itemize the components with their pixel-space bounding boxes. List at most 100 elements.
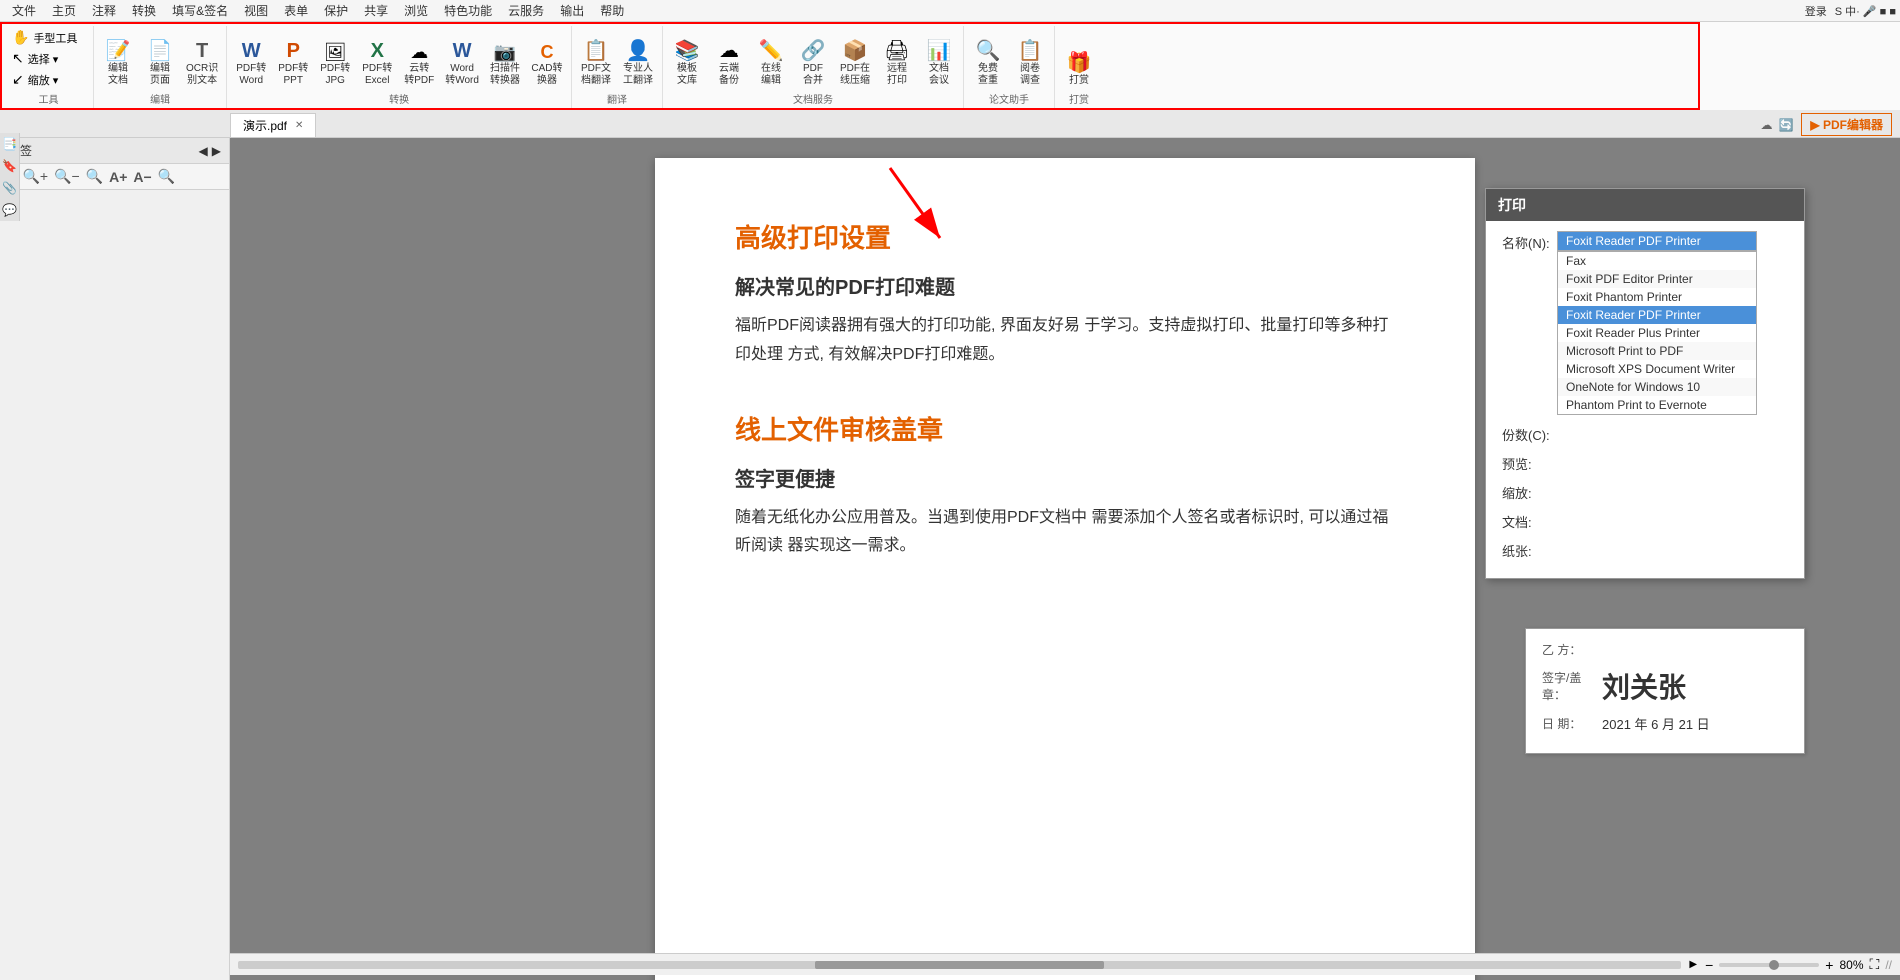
sidebar-nav-prev[interactable]: ◀ [199,144,208,158]
pdf-to-jpg-icon: 🖼 [324,43,347,61]
pdf-to-ppt-icon: P [287,41,300,61]
printer-foxit-editor[interactable]: Foxit PDF Editor Printer [1558,270,1756,288]
cad-icon: C [540,43,553,61]
doc-meeting-btn[interactable]: 📊 文档会议 [919,39,959,89]
menu-share[interactable]: 共享 [356,0,396,21]
menu-file[interactable]: 文件 [4,0,44,21]
menu-protect[interactable]: 保护 [316,0,356,21]
fullscreen-btn[interactable]: ⛶ [1870,956,1880,973]
printer-evernote[interactable]: Phantom Print to Evernote [1558,396,1756,414]
menu-view[interactable]: 视图 [236,0,276,21]
print-scale-field: 缩放: [1502,481,1788,502]
signature-section-title: 线上文件审核盖章 [735,410,1395,447]
sidebar-strip-icon-2[interactable]: 🔖 [2,159,17,173]
word-to-word-btn[interactable]: W Word转Word [441,39,483,89]
cloud-convert-btn[interactable]: ☁ 云转转PDF [399,41,439,89]
printer-onenote[interactable]: OneNote for Windows 10 [1558,378,1756,396]
hand-tool-btn[interactable]: ✋ 手型工具 [8,28,81,47]
menu-help[interactable]: 帮助 [592,0,632,21]
print-dialog: 打印 名称(N): Foxit Reader PDF Printer Fax F… [1485,188,1805,579]
signature-section-body: 随着无纸化办公应用普及。当遇到使用PDF文档中 需要添加个人签名或者标识时, 可… [735,504,1395,562]
menu-special[interactable]: 特色功能 [436,0,500,21]
print-name-label: 名称(N): [1502,231,1557,252]
printer-foxit-plus[interactable]: Foxit Reader Plus Printer [1558,324,1756,342]
menu-form[interactable]: 表单 [276,0,316,21]
pdf-to-jpg-btn[interactable]: 🖼 PDF转JPG [315,41,355,89]
free-check-btn[interactable]: 🔍 免费查重 [968,39,1008,89]
ribbon-section-assistant: 🔍 免费查重 📋 阅卷调查 论文助手 [964,26,1055,110]
pdf-compress-btn[interactable]: 📦 PDF在线压缩 [835,39,875,89]
human-translate-btn[interactable]: 👤 专业人工翻译 [618,39,658,89]
edit-doc-btn[interactable]: 📝 编辑文档 [98,39,138,89]
printer-ms-pdf[interactable]: Microsoft Print to PDF [1558,342,1756,360]
pdf-to-word-btn[interactable]: W PDF转Word [231,39,271,89]
sidebar-strip-icon-3[interactable]: 📎 [2,181,17,195]
print-doc-field: 文档: [1502,510,1788,531]
menu-sign[interactable]: 填写&签名 [164,0,236,21]
zoom-out-btn[interactable]: − [1705,957,1713,973]
menu-output[interactable]: 输出 [552,0,592,21]
pdf-merge-icon: 🔗 [801,41,826,61]
print-preview-field: 预览: [1502,452,1788,473]
sync-icon: 🔄 [1778,118,1793,132]
pdf-to-ppt-btn[interactable]: P PDF转PPT [273,39,313,89]
scroll-right-arrow[interactable]: ▶ [1689,959,1697,970]
reward-btn[interactable]: 🎁 打赏 [1059,51,1099,89]
zoom-in-btn[interactable]: + [1825,957,1833,973]
edit-page-btn[interactable]: 📄 编辑页面 [140,39,180,89]
menu-convert[interactable]: 转换 [124,0,164,21]
main-area: 书签 ◀ ▶ □ 🔍+ 🔍− 🔍 A+ A− 🔍 📑 🔖 📎 💬 [0,138,1900,980]
zoom-bar: − + 80% ⛶ // [1705,956,1892,973]
pdf-editor-btn[interactable]: ▶ PDF编辑器 [1801,113,1892,136]
sidebar-tool-font-decrease[interactable]: A− [133,169,151,185]
zoom-slider[interactable] [1719,963,1819,967]
sidebar-tool-search[interactable]: 🔍 [158,168,175,185]
cad-convert-btn[interactable]: C CAD转换器 [527,41,567,89]
sidebar-tool-font-increase[interactable]: A+ [109,169,127,185]
hand-icon: ✋ [12,29,29,46]
pdf-area[interactable]: 高级打印设置 解决常见的PDF打印难题 福昕PDF阅读器拥有强大的打印功能, 界… [230,138,1900,980]
tab-close-btn[interactable]: ✕ [295,120,303,131]
sidebar-strip-icon-4[interactable]: 💬 [2,203,17,217]
sidebar-tool-zoom-fit[interactable]: 🔍 [86,168,103,185]
sidebar-tool-zoom-in[interactable]: 🔍+ [22,168,48,185]
print-copies-label: 份数(C): [1502,423,1557,444]
printer-ms-xps[interactable]: Microsoft XPS Document Writer [1558,360,1756,378]
pdf-merge-btn[interactable]: 🔗 PDF合并 [793,39,833,89]
menu-annotate[interactable]: 注释 [84,0,124,21]
cloud-icon: ☁ [1760,118,1772,132]
print-name-input[interactable]: Foxit Reader PDF Printer [1557,231,1757,251]
menu-cloud[interactable]: 云服务 [500,0,552,21]
red-arrow [860,158,980,261]
signature-section: 线上文件审核盖章 签字更便捷 随着无纸化办公应用普及。当遇到使用PDF文档中 需… [735,410,1395,562]
ribbon-section-reward: 🎁 打赏 打赏 [1055,26,1103,110]
tab-filename: 演示.pdf [243,117,287,134]
printer-fax[interactable]: Fax [1558,252,1756,270]
pdf-translate-btn[interactable]: 📋 PDF文档翻译 [576,39,616,89]
menu-home[interactable]: 主页 [44,0,84,21]
sidebar-nav-next[interactable]: ▶ [212,144,221,158]
select-tool-btn[interactable]: ↖ 选择 ▾ [8,49,81,68]
menu-browse[interactable]: 浏览 [396,0,436,21]
review-survey-btn[interactable]: 📋 阅卷调查 [1010,39,1050,89]
sidebar-tool-zoom-out[interactable]: 🔍− [54,168,80,185]
print-copies-field: 份数(C): [1502,423,1788,444]
template-lib-btn[interactable]: 📚 模板文库 [667,39,707,89]
ocr-icon: T [196,41,208,61]
ribbon: ✋ 手型工具 ↖ 选择 ▾ ↙ 缩放 ▾ 工具 📝 编辑文档 📄 编辑页面 [0,22,1900,112]
ocr-btn[interactable]: T OCR识别文本 [182,39,222,89]
sidebar-strip-icon-1[interactable]: 📑 [2,137,17,151]
sig-date-value: 2021 年 6 月 21 日 [1602,714,1710,733]
pdf-to-excel-btn[interactable]: X PDF转Excel [357,39,397,89]
sig-name-label: 签字/盖章： [1542,669,1602,703]
remote-print-btn[interactable]: 🖨 远程打印 [877,39,917,89]
menu-bar: 文件 主页 注释 转换 填写&签名 视图 表单 保护 共享 浏览 特色功能 云服… [0,0,1900,22]
zoom-tool-btn[interactable]: ↙ 缩放 ▾ [8,70,81,89]
printer-foxit-reader[interactable]: Foxit Reader PDF Printer [1558,306,1756,324]
printer-foxit-phantom[interactable]: Foxit Phantom Printer [1558,288,1756,306]
file-tab[interactable]: 演示.pdf ✕ [230,113,316,137]
online-edit-btn[interactable]: ✏️ 在线编辑 [751,39,791,89]
scan-convert-btn[interactable]: 📷 扫描件转换器 [485,41,525,89]
scan-icon: 📷 [494,43,516,61]
cloud-backup-btn[interactable]: ☁ 云端备份 [709,39,749,89]
